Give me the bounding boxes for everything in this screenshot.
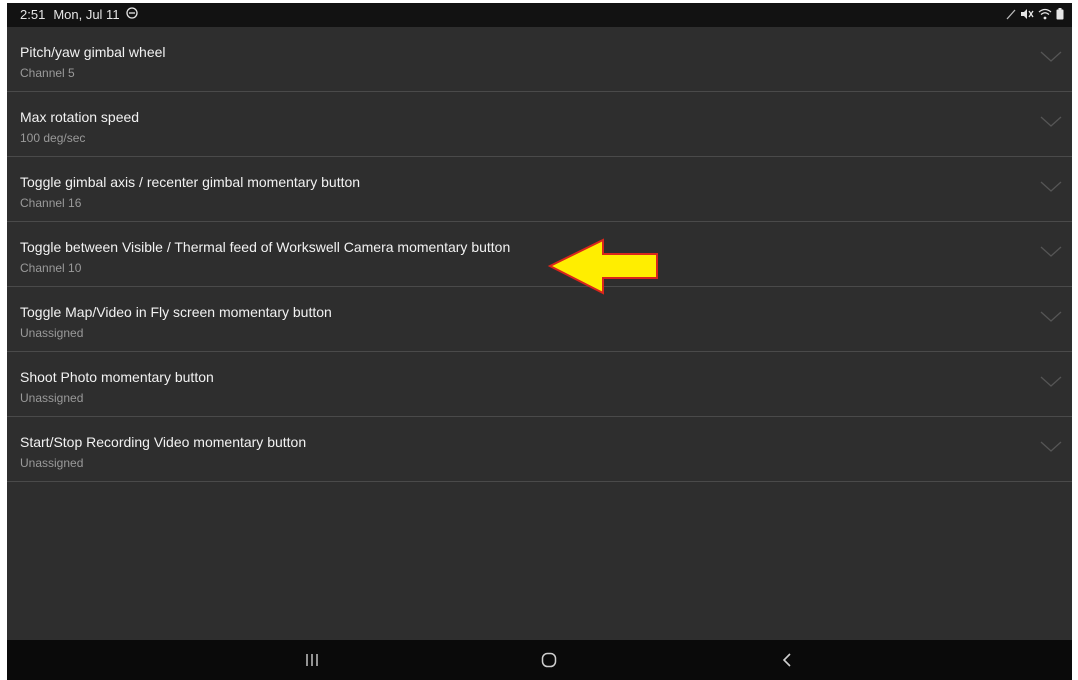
setting-value: Channel 5	[20, 66, 75, 80]
setting-title: Pitch/yaw gimbal wheel	[20, 44, 166, 60]
status-right	[1006, 8, 1064, 23]
chevron-down-icon[interactable]	[1040, 116, 1062, 128]
chevron-down-icon[interactable]	[1040, 51, 1062, 63]
status-time: 2:51	[20, 7, 46, 22]
setting-value: Channel 16	[20, 196, 82, 210]
setting-title: Toggle Map/Video in Fly screen momentary…	[20, 304, 332, 320]
setting-row-toggle-map-video[interactable]: Toggle Map/Video in Fly screen momentary…	[7, 287, 1072, 352]
setting-title: Toggle gimbal axis / recenter gimbal mom…	[20, 174, 361, 190]
recents-icon[interactable]	[297, 648, 327, 672]
setting-row-toggle-gimbal-axis[interactable]: Toggle gimbal axis / recenter gimbal mom…	[7, 157, 1072, 222]
pen-icon	[1006, 8, 1016, 23]
setting-title: Toggle between Visible / Thermal feed of…	[20, 239, 511, 255]
setting-value: Unassigned	[20, 391, 84, 405]
setting-row-shoot-photo[interactable]: Shoot Photo momentary button Unassigned	[7, 352, 1072, 417]
status-bar: 2:51 Mon, Jul 11	[7, 3, 1072, 27]
do-not-disturb-icon	[125, 7, 138, 22]
settings-list: Pitch/yaw gimbal wheel Channel 5 Max rot…	[7, 27, 1072, 482]
setting-value: Unassigned	[20, 326, 84, 340]
chevron-down-icon[interactable]	[1040, 311, 1062, 323]
home-icon[interactable]	[534, 648, 564, 672]
setting-title: Start/Stop Recording Video momentary but…	[20, 434, 307, 450]
setting-title: Shoot Photo momentary button	[20, 369, 214, 385]
setting-row-max-rotation-speed[interactable]: Max rotation speed 100 deg/sec	[7, 92, 1072, 157]
setting-title: Max rotation speed	[20, 109, 140, 125]
system-nav-bar	[7, 640, 1072, 680]
setting-value: 100 deg/sec	[20, 131, 86, 145]
chevron-down-icon[interactable]	[1040, 246, 1062, 258]
setting-row-record-video[interactable]: Start/Stop Recording Video momentary but…	[7, 417, 1072, 482]
chevron-down-icon[interactable]	[1040, 441, 1062, 453]
back-icon[interactable]	[772, 648, 802, 672]
settings-screen: 2:51 Mon, Jul 11 Pitch/yaw gimbal wheel	[7, 3, 1072, 680]
setting-row-toggle-visible-thermal[interactable]: Toggle between Visible / Thermal feed of…	[7, 222, 1072, 287]
chevron-down-icon[interactable]	[1040, 181, 1062, 193]
setting-row-pitch-yaw[interactable]: Pitch/yaw gimbal wheel Channel 5	[7, 27, 1072, 92]
setting-value: Unassigned	[20, 456, 84, 470]
mute-icon	[1020, 8, 1034, 23]
chevron-down-icon[interactable]	[1040, 376, 1062, 388]
setting-value: Channel 10	[20, 261, 82, 275]
status-date: Mon, Jul 11	[53, 7, 120, 22]
wifi-icon	[1038, 8, 1052, 23]
battery-icon	[1056, 8, 1064, 23]
status-left: 2:51 Mon, Jul 11	[20, 7, 138, 22]
annotation-arrow-icon	[547, 238, 658, 295]
